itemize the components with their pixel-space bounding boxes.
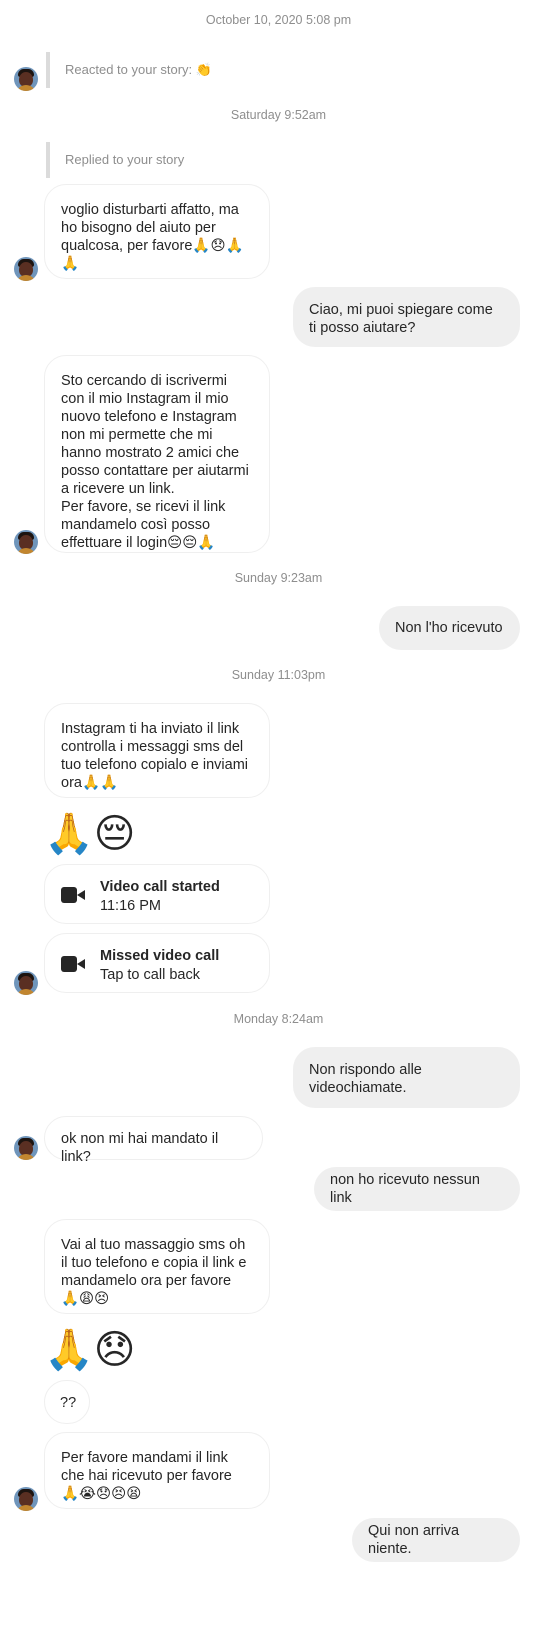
timestamp: Sunday 11:03pm bbox=[231, 668, 326, 682]
avatar[interactable] bbox=[14, 971, 38, 995]
emoji-message: 🙏😞 bbox=[44, 1328, 136, 1372]
story-reply-note: Replied to your story bbox=[46, 142, 184, 178]
timestamp: Sunday 9:23am bbox=[234, 571, 323, 585]
avatar[interactable] bbox=[14, 257, 38, 281]
avatar[interactable] bbox=[14, 1487, 38, 1511]
incoming-message: voglio disturbarti affatto, ma ho bisogn… bbox=[44, 184, 270, 279]
emoji-message: 🙏😔 bbox=[44, 812, 136, 856]
incoming-message: Instagram ti ha inviato il link controll… bbox=[44, 703, 270, 798]
outgoing-message: non ho ricevuto nessun link bbox=[314, 1167, 520, 1211]
incoming-message: Per favore mandami il link che hai ricev… bbox=[44, 1432, 270, 1509]
incoming-message: ok non mi hai mandato il link? bbox=[44, 1116, 263, 1165]
outgoing-message: Qui non arriva niente. bbox=[352, 1518, 520, 1562]
avatar[interactable] bbox=[14, 67, 38, 91]
outgoing-message: Non rispondo alle videochiamate. bbox=[293, 1047, 520, 1108]
incoming-message: Sto cercando di iscrivermi con il mio In… bbox=[44, 355, 270, 553]
avatar[interactable] bbox=[14, 530, 38, 554]
video-call-started-card[interactable]: Video call started 11:16 PM bbox=[44, 864, 270, 924]
incoming-message: ?? bbox=[44, 1380, 90, 1424]
video-camera-icon bbox=[61, 887, 85, 903]
timestamp: October 10, 2020 5:08 pm bbox=[205, 13, 352, 27]
call-title: Video call started bbox=[100, 879, 220, 895]
outgoing-message: Non l'ho ricevuto bbox=[379, 606, 520, 650]
timestamp: Monday 8:24am bbox=[233, 1012, 324, 1026]
call-title: Missed video call bbox=[100, 948, 220, 964]
video-camera-icon bbox=[61, 956, 85, 972]
story-reaction-note: Reacted to your story: 👏 bbox=[46, 52, 212, 88]
call-time: 11:16 PM bbox=[100, 898, 161, 914]
avatar[interactable] bbox=[14, 1136, 38, 1160]
timestamp: Saturday 9:52am bbox=[230, 108, 327, 122]
call-back-hint[interactable]: Tap to call back bbox=[100, 967, 200, 983]
missed-video-call-card[interactable]: Missed video call Tap to call back bbox=[44, 933, 270, 993]
incoming-message: Vai al tuo massaggio sms oh il tuo telef… bbox=[44, 1219, 270, 1314]
outgoing-message: Ciao, mi puoi spiegare come ti posso aiu… bbox=[293, 287, 520, 347]
